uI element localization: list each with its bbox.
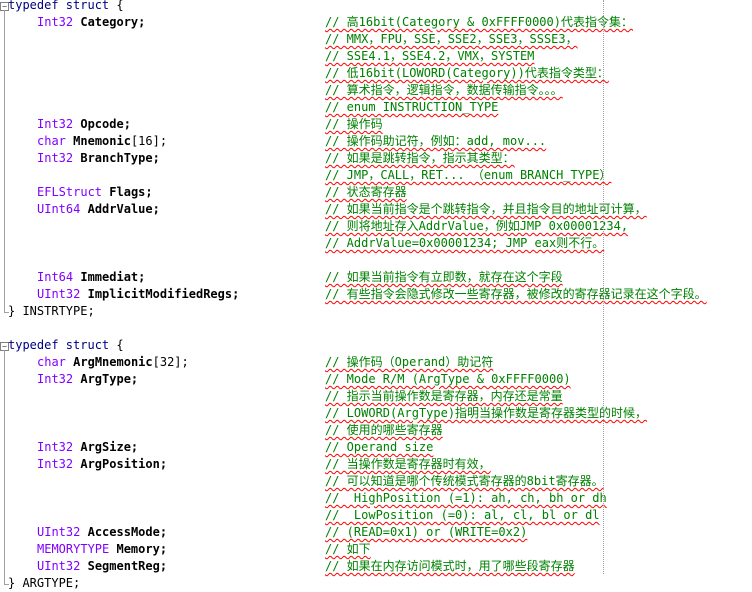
code-comment: // 高16bit(Category & 0xFFFF0000)代表指令集： [325,15,633,29]
field-declaration: UInt32 SegmentReg; [37,558,167,575]
struct-typedef-name: } ARGTYPE; [8,576,81,590]
field-type: Int32 [37,151,74,165]
code-comment: // 如果是跳转指令，指示其类型： [325,151,515,165]
field-declaration: Int32 ArgPosition; [37,456,167,473]
field-type: char [37,355,66,369]
field-declaration: Int32 Category; [37,14,145,31]
field-name: ArgMnemonic [73,355,153,369]
field-type: Int32 [37,457,74,471]
field-name: Category; [80,15,146,29]
field-name: AccessMode; [87,525,168,539]
code-comment: // (READ=0x1) or (WRITE=0x2) [325,525,528,539]
field-type: MEMORYTYPE [37,542,110,556]
field-name: Opcode; [80,117,131,131]
field-declaration: Int32 ArgSize; [37,439,138,456]
struct-declaration: typedef struct { [8,0,124,14]
typedef-keyword: typedef struct [8,338,110,352]
field-declaration: UInt32 ImplicitModifiedRegs; [37,286,239,303]
field-name: Memory; [116,542,168,556]
code-comment: // 算术指令，逻辑指令，数据传输指令。。。 [325,83,563,97]
code-area[interactable]: typedef struct {Int32 Category;// 高16bit… [8,0,752,590]
field-name: Mnemonic [73,134,131,148]
field-declaration: EFLStruct Flags; [37,184,153,201]
code-comment: // 使用的哪些寄存器 [325,423,443,437]
field-declaration: Int32 BranchType; [37,150,160,167]
field-name: BranchType; [80,151,160,165]
field-declaration: UInt32 AccessMode; [37,524,167,541]
field-name: ArgSize; [80,440,139,454]
field-type: Int32 [37,15,74,29]
field-declaration: Int64 Immediat; [37,269,145,286]
code-comment: // 操作码（Operand）助记符 [325,355,494,369]
code-comment: // 当操作数是寄存器时有效， [325,457,491,471]
open-brace: { [109,338,124,352]
field-array-size: [16]; [130,134,168,148]
field-type: Int32 [37,440,74,454]
code-comment: // 如果当前指令是个跳转指令，并且指令目的地址可计算， [325,202,647,216]
field-type: UInt32 [37,287,81,301]
field-name: ImplicitModifiedRegs; [87,287,240,301]
field-name: Immediat; [80,270,146,284]
field-type: EFLStruct [37,185,103,199]
code-comment: // LowPosition (=0): al, cl, bl or dl [325,508,600,522]
field-declaration: Int32 ArgType; [37,371,138,388]
code-comment: // 操作码助记符，例如：add, mov... [325,134,547,148]
code-comment: // 状态寄存器 [325,185,407,199]
open-brace: { [109,0,124,12]
code-comment: // enum INSTRUCTION_TYPE [325,100,499,114]
field-name: ArgType; [80,372,139,386]
field-type: UInt64 [37,202,81,216]
field-type: UInt32 [37,525,81,539]
field-declaration: Int32 Opcode; [37,116,131,133]
struct-declaration: typedef struct { [8,337,124,354]
code-comment: // 如下 [325,542,371,556]
field-array-size: [32]; [152,355,189,369]
code-comment: // 则将地址存入AddrValue，例如JMP 0x00001234, [325,219,629,233]
field-name: Flags; [109,185,153,199]
field-declaration: char ArgMnemonic[32]; [37,354,189,371]
code-comment: // Operand size [325,440,434,454]
code-comment: // 操作码 [325,117,383,131]
field-name: AddrValue; [87,202,160,216]
field-type: Int32 [37,372,74,386]
typedef-keyword: typedef struct [8,0,110,12]
field-declaration: MEMORYTYPE Memory; [37,541,167,558]
code-comment: // Mode R/M (ArgType & 0xFFFF0000) [325,372,571,386]
code-comment: // 低16bit(LOWORD(Category))代表指令类型： [325,66,609,80]
code-comment: // MMX，FPU，SSE，SSE2，SSE3，SSSE3， [325,32,578,46]
fold-range-line [4,10,5,312]
field-type: char [37,134,66,148]
field-name: ArgPosition; [80,457,168,471]
field-name: SegmentReg; [87,559,168,573]
field-type: UInt32 [37,559,81,573]
code-comment: // 有些指令会隐式修改一些寄存器，被修改的寄存器记录在这个字段。 [325,287,707,301]
struct-typedef-name: } INSTRTYPE; [8,304,95,318]
code-comment: // AddrValue=0x00001234; JMP eax则不行。 [325,236,605,250]
code-comment: // HighPosition (=1): ah, ch, bh or dh [325,491,607,505]
code-comment: // 如果当前指令有立即数，就存在这个字段 [325,270,563,284]
field-declaration: UInt64 AddrValue; [37,201,160,218]
code-comment: // JMP，CALL，RET... （enum BRANCH_TYPE） [325,168,612,182]
code-comment: // LOWORD(ArgType)指明当操作数是寄存器类型的时候， [325,406,648,420]
field-declaration: char Mnemonic[16]; [37,133,167,150]
code-comment: // 如果在内存访问模式时，用了哪些段寄存器 [325,559,575,573]
edge-column-marker [603,0,604,574]
code-comment: // SSE4.1，SSE4.2，VMX，SYSTEM [325,49,535,63]
fold-range-line [4,350,5,584]
code-comment: // 指示当前操作数是寄存器，内存还是常量 [325,389,563,403]
code-editor[interactable]: − − typedef struct {Int32 Category;// 高16… [0,0,752,590]
field-type: Int64 [37,270,74,284]
code-comment: // 可以知道是哪个传统模式寄存器的8bit寄存器。 [325,474,604,488]
field-type: Int32 [37,117,74,131]
